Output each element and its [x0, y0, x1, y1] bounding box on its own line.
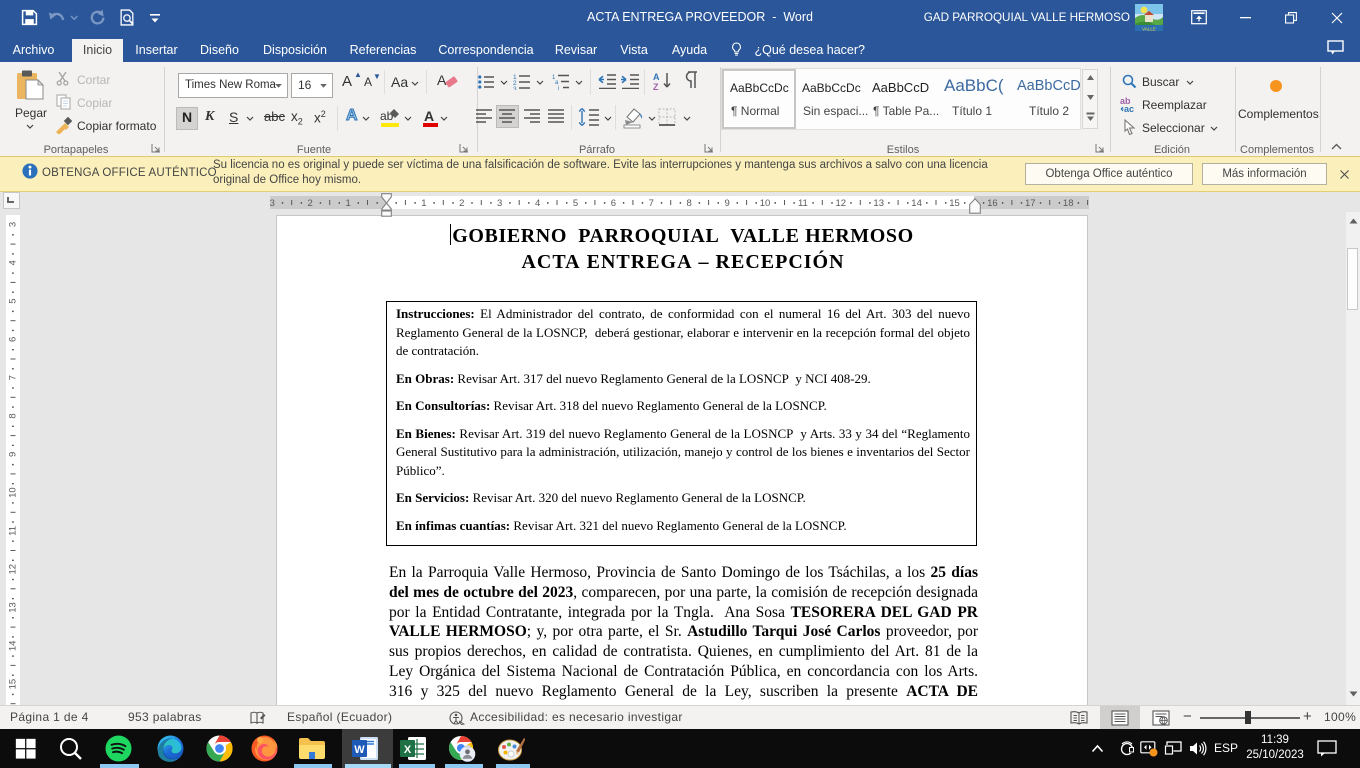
svg-text:17: 17	[1025, 198, 1036, 209]
svg-text:7: 7	[649, 198, 654, 209]
svg-text:3: 3	[513, 86, 517, 90]
svg-text:12: 12	[836, 198, 847, 209]
svg-text:4: 4	[8, 260, 19, 265]
svg-text:6: 6	[8, 337, 19, 342]
svg-text:i: i	[558, 86, 559, 90]
svg-text:5: 5	[8, 298, 19, 303]
svg-text:Z: Z	[653, 82, 659, 91]
svg-text:A: A	[437, 72, 447, 88]
svg-text:9: 9	[8, 452, 19, 457]
svg-text:ab: ab	[380, 109, 394, 123]
svg-text:14: 14	[911, 198, 922, 209]
svg-text:10: 10	[760, 198, 771, 209]
svg-text:8: 8	[687, 198, 692, 209]
svg-text:2: 2	[459, 198, 464, 209]
svg-text:13: 13	[8, 602, 19, 613]
svg-text:A: A	[653, 72, 660, 82]
svg-text:3: 3	[8, 222, 19, 227]
svg-text:1: 1	[421, 198, 426, 209]
svg-text:A: A	[424, 108, 434, 124]
svg-text:15: 15	[949, 198, 960, 209]
svg-text:18: 18	[1063, 198, 1074, 209]
svg-text:11: 11	[798, 198, 808, 209]
svg-text:9: 9	[724, 198, 729, 209]
svg-text:8: 8	[8, 413, 19, 418]
svg-text:6: 6	[611, 198, 616, 209]
svg-text:VALLE: VALLE	[1142, 26, 1156, 31]
svg-text:1: 1	[345, 198, 350, 209]
svg-text:11: 11	[8, 526, 19, 536]
svg-text:ac: ac	[1124, 104, 1134, 113]
svg-text:4: 4	[535, 198, 540, 209]
svg-text:13: 13	[873, 198, 884, 209]
svg-text:3: 3	[270, 198, 275, 209]
svg-text:12: 12	[8, 564, 19, 575]
svg-text:15: 15	[8, 679, 19, 690]
svg-text:10: 10	[8, 487, 19, 498]
svg-text:14: 14	[8, 641, 19, 652]
svg-text:X: X	[403, 744, 411, 756]
svg-text:W: W	[354, 744, 365, 756]
svg-text:2: 2	[308, 198, 313, 209]
svg-text:3: 3	[497, 198, 502, 209]
svg-text:5: 5	[573, 198, 578, 209]
svg-text:7: 7	[8, 375, 19, 380]
svg-text:16: 16	[987, 198, 998, 209]
